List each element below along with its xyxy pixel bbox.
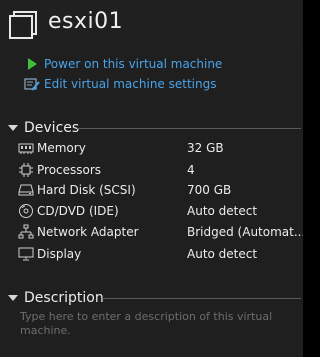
vm-summary-panel: esxi01 Power on this virtual machine Edi… — [0, 0, 306, 357]
vm-header: esxi01 — [0, 0, 303, 48]
device-row-display[interactable]: Display Auto detect — [18, 244, 303, 264]
device-row-cd-dvd[interactable]: CD/DVD (IDE) Auto detect — [18, 201, 303, 221]
collapse-triangle-icon — [8, 295, 18, 301]
edit-vm-settings-label: Edit virtual machine settings — [44, 77, 217, 91]
description-input[interactable]: Type here to enter a description of this… — [20, 310, 285, 338]
device-row-network-adapter[interactable]: Network Adapter Bridged (Automat... — [18, 222, 306, 242]
device-value: 700 GB — [187, 183, 232, 197]
description-divider — [102, 298, 301, 299]
network-adapter-icon — [18, 224, 34, 239]
devices-section-toggle[interactable]: Devices — [6, 119, 79, 137]
device-name: Network Adapter — [37, 225, 139, 239]
processor-icon — [19, 163, 33, 177]
edit-settings-icon — [24, 78, 40, 91]
device-value: Bridged (Automat... — [187, 225, 306, 239]
device-name: CD/DVD (IDE) — [37, 204, 119, 218]
device-row-processors[interactable]: Processors 4 — [18, 160, 303, 180]
play-icon — [28, 58, 37, 70]
virtual-machine-icon — [9, 11, 37, 39]
device-name: Hard Disk (SCSI) — [37, 183, 136, 197]
power-on-vm-label: Power on this virtual machine — [44, 57, 223, 71]
device-value: Auto detect — [187, 247, 258, 261]
description-section-toggle[interactable]: Description — [6, 289, 104, 307]
description-heading: Description — [24, 290, 104, 306]
panel-edge — [303, 0, 306, 357]
edit-vm-settings-link[interactable]: Edit virtual machine settings — [24, 75, 216, 93]
collapse-triangle-icon — [8, 125, 18, 131]
device-name: Processors — [37, 163, 102, 177]
device-value: 32 GB — [187, 141, 224, 155]
devices-heading: Devices — [24, 120, 80, 136]
cd-dvd-icon — [19, 204, 33, 218]
memory-icon — [18, 143, 34, 154]
device-name: Display — [37, 247, 82, 261]
power-on-vm-link[interactable]: Power on this virtual machine — [24, 55, 222, 73]
device-value: 4 — [187, 163, 195, 177]
display-icon — [18, 247, 34, 261]
vm-name-title: esxi01 — [48, 9, 124, 34]
device-row-hard-disk[interactable]: Hard Disk (SCSI) 700 GB — [18, 180, 303, 200]
device-row-memory[interactable]: Memory 32 GB — [18, 138, 303, 158]
devices-divider — [77, 128, 301, 129]
hard-disk-icon — [18, 184, 34, 196]
device-name: Memory — [37, 141, 86, 155]
device-value: Auto detect — [187, 204, 258, 218]
